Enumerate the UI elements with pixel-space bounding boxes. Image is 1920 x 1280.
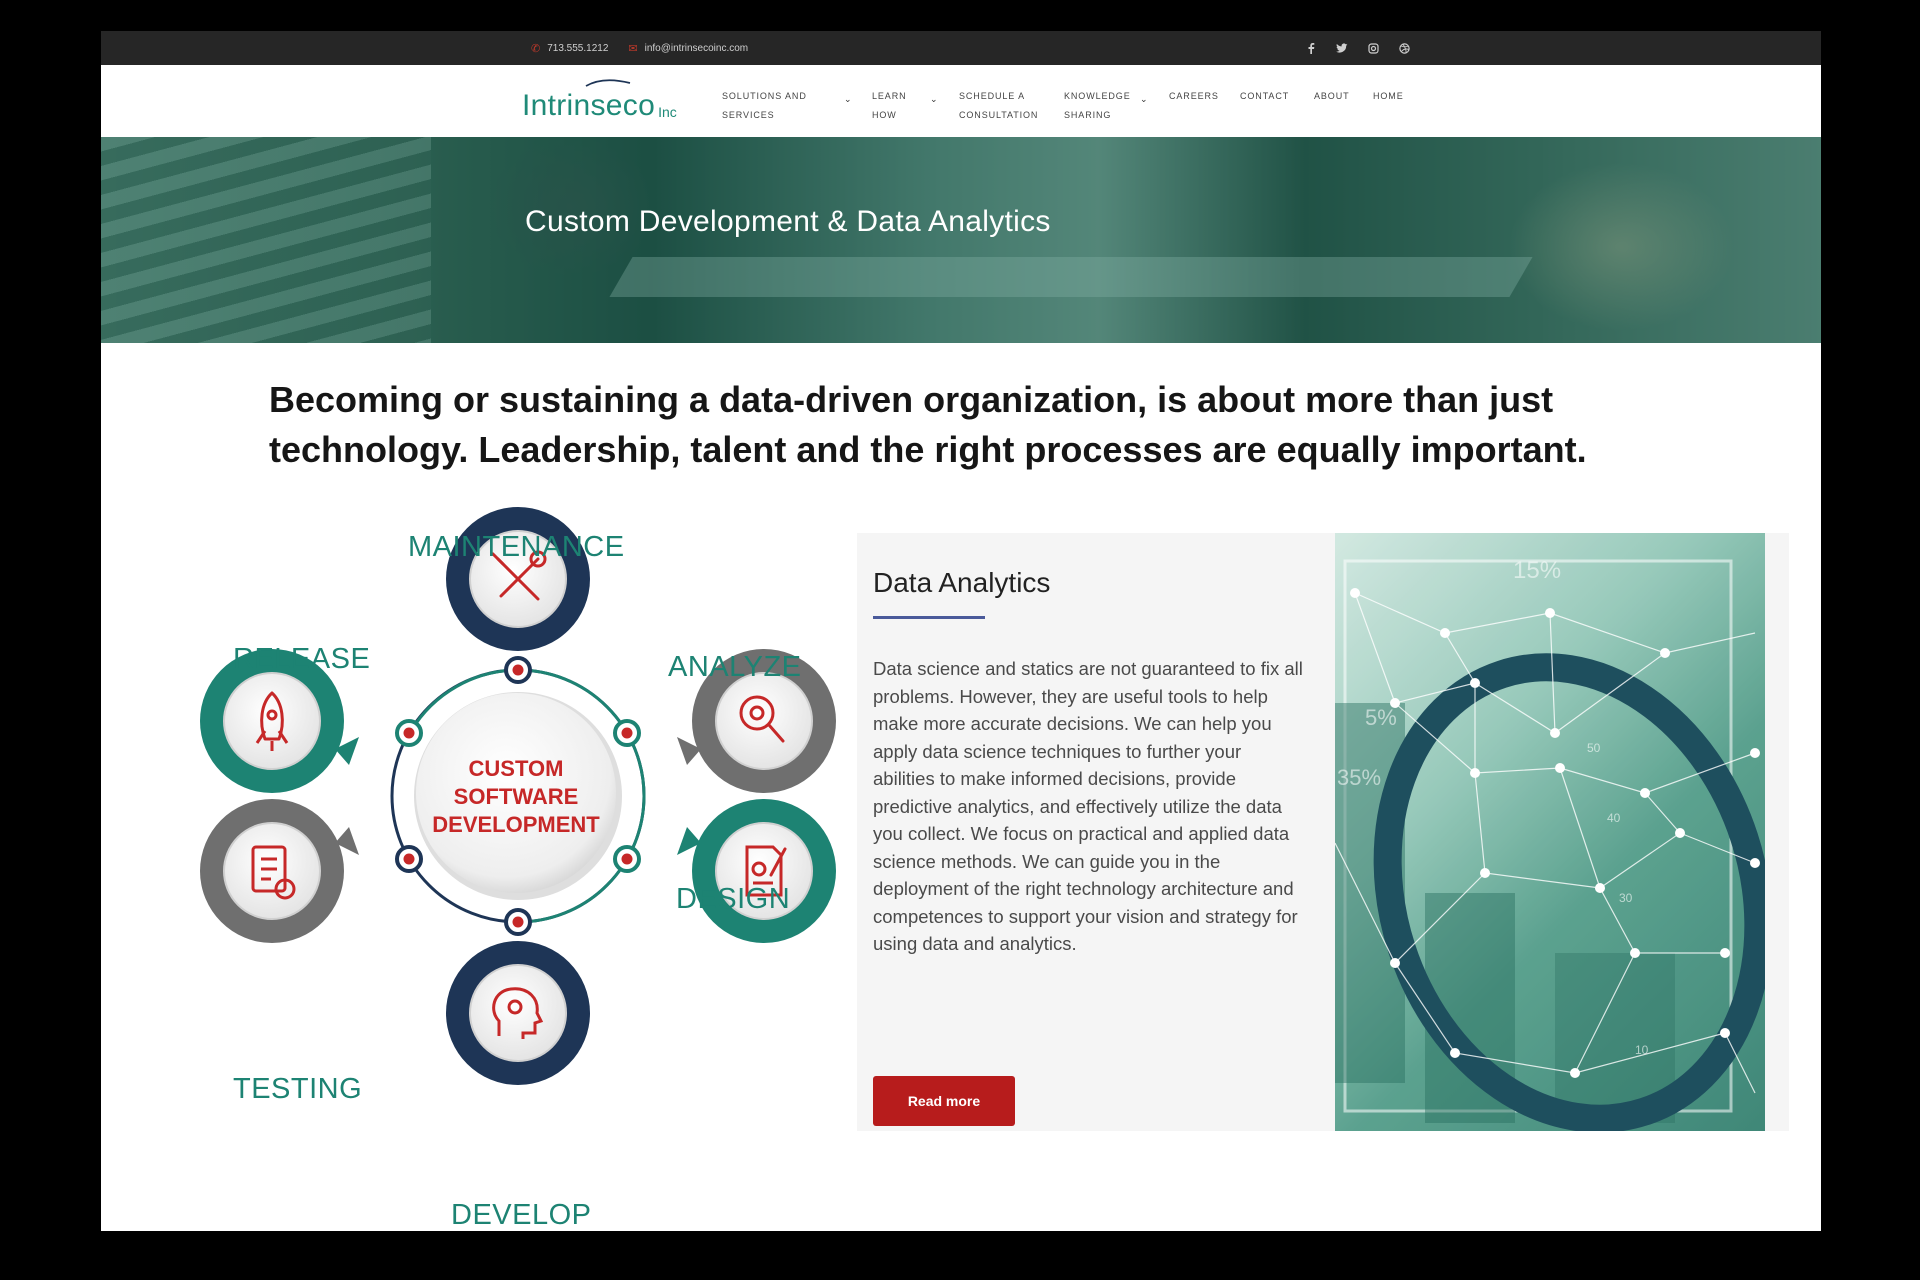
- nav-label-line2: SHARING: [1064, 110, 1112, 120]
- nav-about[interactable]: ABOUT: [1314, 87, 1350, 106]
- chevron-down-icon: ⌄: [930, 94, 939, 104]
- nav-home[interactable]: HOME: [1373, 87, 1404, 106]
- analytics-image: 15% 5% 35% 50 40 30 10: [1335, 533, 1765, 1131]
- email-address: info@intrinsecoinc.com: [644, 42, 749, 54]
- sdlc-diagram-graphic: [200, 507, 836, 1085]
- hub-line3: DEVELOPMENT: [432, 812, 600, 837]
- nav-learn-how[interactable]: LEARN HOW ⌄: [872, 87, 938, 125]
- hero-banner: Custom Development & Data Analytics: [101, 137, 1821, 343]
- contact-info: ✆ 713.555.1212 ✉ info@intrinsecoinc.com: [531, 31, 748, 65]
- top-contact-bar: ✆ 713.555.1212 ✉ info@intrinsecoinc.com: [101, 31, 1821, 65]
- phone-number: 713.555.1212: [547, 42, 609, 54]
- instagram-icon[interactable]: [1368, 42, 1379, 54]
- headline-line1: Becoming or sustaining a data-driven org…: [269, 379, 1554, 420]
- design-node: [677, 799, 836, 943]
- headline-line2: technology. Leadership, talent and the r…: [269, 429, 1587, 470]
- email-link[interactable]: ✉ info@intrinsecoinc.com: [628, 42, 748, 55]
- page-headline: Becoming or sustaining a data-driven org…: [269, 375, 1699, 475]
- magnifier-network-graphic: [1335, 533, 1765, 1131]
- testing-node: [200, 799, 359, 943]
- nav-schedule-a-consultation[interactable]: SCHEDULE A CONSULTATION: [959, 87, 1038, 125]
- image-label-5: 5%: [1365, 705, 1397, 730]
- nav-label-line2: HOW: [872, 110, 897, 120]
- logo-name: Intrinseco: [522, 89, 656, 122]
- hero-title: Custom Development & Data Analytics: [525, 205, 1051, 238]
- nav-knowledge-sharing[interactable]: KNOWLEDGE SHARING ⌄: [1064, 87, 1148, 125]
- label-maintenance: MAINTENANCE: [408, 531, 625, 563]
- image-label-35: 35%: [1337, 765, 1382, 790]
- phone-link[interactable]: ✆ 713.555.1212: [531, 42, 608, 55]
- nav-label-line2: CONSULTATION: [959, 110, 1039, 120]
- chevron-down-icon: ⌄: [1140, 94, 1149, 104]
- logo-suffix: Inc: [658, 104, 677, 120]
- hub-line1: CUSTOM: [468, 756, 564, 781]
- main-navbar: Intrinseco Inc SOLUTIONS AND SERVICES ⌄ …: [101, 65, 1821, 138]
- label-design: DESIGN: [676, 883, 791, 915]
- hub-label: CUSTOM SOFTWARE DEVELOPMENT: [416, 755, 616, 839]
- image-label-50: 50: [1587, 741, 1601, 755]
- dribbble-icon[interactable]: [1399, 42, 1410, 54]
- nav-careers[interactable]: CAREERS: [1169, 87, 1219, 106]
- image-label-15: 15%: [1513, 557, 1562, 584]
- phone-icon: ✆: [531, 42, 541, 55]
- twitter-icon[interactable]: [1336, 42, 1348, 54]
- hub-line2: SOFTWARE: [453, 784, 579, 809]
- chevron-down-icon: ⌄: [844, 94, 853, 104]
- image-label-30: 30: [1619, 891, 1633, 905]
- data-analytics-card: Data Analytics Data science and statics …: [857, 533, 1789, 1131]
- facebook-icon[interactable]: [1306, 42, 1316, 54]
- site-logo[interactable]: Intrinseco Inc: [522, 79, 677, 122]
- hero-teal-overlay: [101, 137, 1821, 343]
- nav-contact[interactable]: CONTACT: [1240, 87, 1289, 106]
- label-release: RELEASE: [233, 643, 371, 675]
- label-develop: DEVELOP: [451, 1199, 592, 1231]
- nav-label-line1: KNOWLEDGE: [1064, 91, 1131, 101]
- maintenance-node: [446, 507, 590, 651]
- sdlc-diagram: CUSTOM SOFTWARE DEVELOPMENT MAINTENANCE …: [181, 491, 881, 1231]
- read-more-button[interactable]: Read more: [873, 1076, 1015, 1126]
- nav-label-line1: SCHEDULE A: [959, 91, 1026, 101]
- nav-label-line1: SOLUTIONS AND: [722, 91, 807, 101]
- label-testing: TESTING: [233, 1073, 363, 1105]
- label-analyze: ANALYZE: [668, 651, 802, 683]
- nav-label-line1: LEARN: [872, 91, 907, 101]
- develop-node: [446, 941, 590, 1085]
- envelope-icon: ✉: [628, 42, 638, 55]
- card-body-text: Data science and statics are not guarant…: [873, 658, 1303, 954]
- nav-label-line2: SERVICES: [722, 110, 775, 120]
- card-title: Data Analytics: [873, 567, 1051, 598]
- logo-swoosh-icon: [585, 79, 631, 87]
- social-links: [1306, 31, 1410, 65]
- title-underline: [873, 616, 985, 619]
- image-label-40: 40: [1607, 811, 1621, 825]
- nav-solutions-and-services[interactable]: SOLUTIONS AND SERVICES ⌄: [722, 87, 852, 125]
- browser-screenshot: ✆ 713.555.1212 ✉ info@intrinsecoinc.com: [101, 31, 1821, 1231]
- image-label-10: 10: [1635, 1043, 1649, 1057]
